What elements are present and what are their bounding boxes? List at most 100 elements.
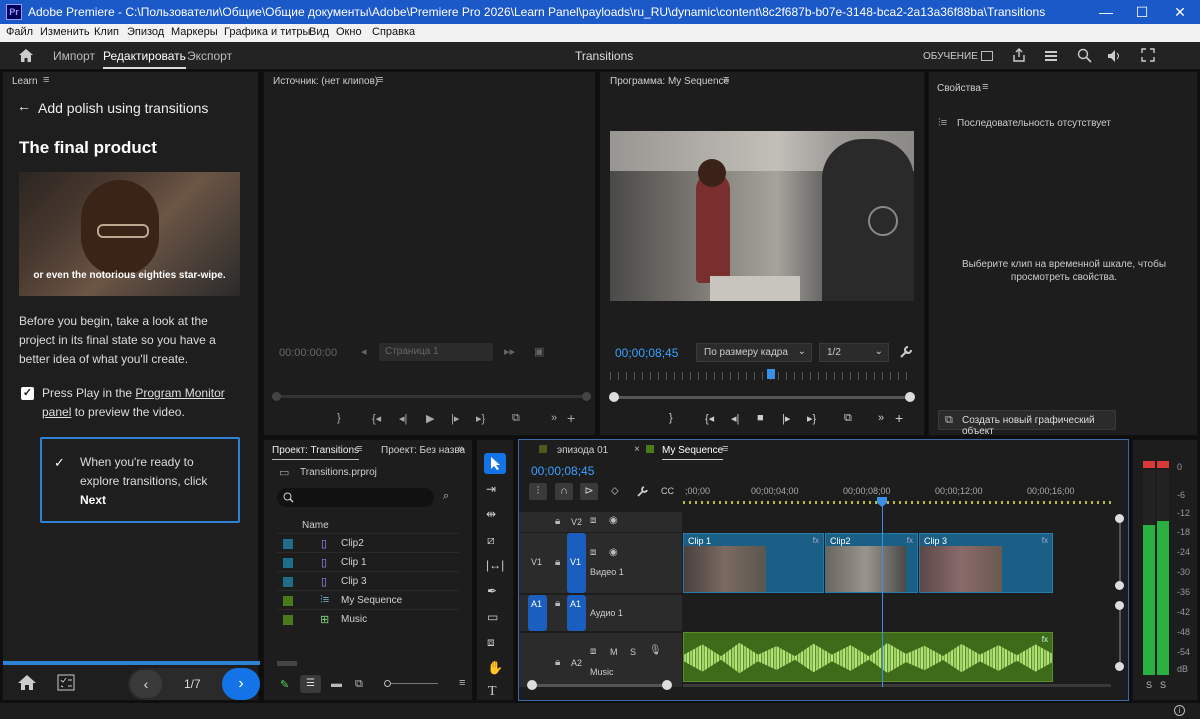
program-scrub-end-handle[interactable] bbox=[905, 392, 915, 402]
lock-icon[interactable]: 🔒︎ bbox=[555, 598, 560, 609]
menu-edit[interactable]: Изменить bbox=[40, 26, 90, 38]
slip-tool[interactable]: |↔| bbox=[486, 558, 504, 572]
lock-icon[interactable]: 🔒︎ bbox=[555, 516, 560, 527]
project-scrollbar[interactable] bbox=[277, 661, 297, 666]
sync-lock-icon[interactable]: ⧈ bbox=[590, 547, 596, 558]
timeline-timecode[interactable]: 00;00;08;45 bbox=[531, 464, 594, 478]
list-item[interactable]: ▯ Clip 3 bbox=[277, 572, 459, 591]
checklist-icon[interactable] bbox=[57, 674, 75, 691]
fullscreen-icon[interactable] bbox=[1141, 48, 1155, 62]
program-step-fwd-icon[interactable]: |▸ bbox=[782, 412, 790, 425]
home-icon[interactable] bbox=[18, 48, 34, 63]
program-scrubber[interactable] bbox=[612, 396, 910, 399]
list-item[interactable]: ⊞ Music bbox=[277, 610, 459, 629]
tab-import[interactable]: Импорт bbox=[53, 49, 95, 63]
fit-dropdown[interactable]: По размеру кадра ⌄ bbox=[696, 343, 812, 362]
program-menu-icon[interactable]: ≡ bbox=[723, 74, 729, 86]
pencil-icon[interactable]: ✎ bbox=[280, 678, 289, 691]
type-tool[interactable]: T bbox=[488, 684, 497, 700]
icon-view-icon[interactable]: ▬ bbox=[331, 678, 342, 690]
snap-icon[interactable]: ∩ bbox=[555, 483, 573, 500]
zoom-slider[interactable] bbox=[386, 683, 438, 684]
source-goto-in-icon[interactable]: {◂ bbox=[372, 412, 381, 425]
program-goto-in-icon[interactable]: {◂ bbox=[705, 412, 714, 425]
learn-back-link[interactable]: Add polish using transitions bbox=[38, 100, 208, 116]
ripple-edit-tool[interactable]: ⇹ bbox=[486, 507, 496, 521]
tab-edit[interactable]: Редактировать bbox=[103, 49, 186, 69]
project-options-icon[interactable]: ≡ bbox=[459, 677, 465, 689]
info-icon[interactable]: i bbox=[1174, 705, 1185, 716]
audio-tracks-scrollbar[interactable] bbox=[1114, 600, 1126, 675]
source-scrubber[interactable] bbox=[274, 395, 586, 398]
pen-tool[interactable]: ✒ bbox=[487, 584, 497, 598]
tab-export[interactable]: Экспорт bbox=[187, 49, 232, 63]
eye-icon[interactable]: ◉ bbox=[609, 515, 618, 526]
timeline-clip[interactable]: Clip 1 fx bbox=[683, 533, 824, 593]
source-menu-icon[interactable]: ≡ bbox=[377, 74, 383, 86]
minimize-button[interactable]: — bbox=[1088, 0, 1124, 24]
video-tracks-scrollbar[interactable] bbox=[1114, 512, 1126, 592]
program-lift-icon[interactable]: ⧉ bbox=[844, 412, 852, 425]
sync-lock-icon[interactable]: ⧈ bbox=[590, 515, 596, 526]
close-tab-icon[interactable]: × bbox=[634, 444, 640, 455]
source-play-icon[interactable]: ▶ bbox=[426, 412, 434, 425]
eye-icon[interactable]: ◉ bbox=[609, 547, 618, 558]
menu-graphics[interactable]: Графика и титры bbox=[224, 26, 310, 38]
volume-icon[interactable] bbox=[1107, 49, 1123, 63]
nest-toggle-icon[interactable]: ⫶ bbox=[529, 483, 547, 500]
solo-left-button[interactable]: S bbox=[1146, 680, 1152, 690]
captions-icon[interactable]: CC bbox=[661, 486, 674, 496]
close-button[interactable]: ✕ bbox=[1162, 0, 1198, 24]
search-icon[interactable] bbox=[1077, 48, 1092, 63]
sync-lock-icon[interactable]: ⧈ bbox=[590, 646, 596, 657]
project-menu-icon[interactable]: ≡ bbox=[356, 443, 362, 455]
mic-icon[interactable]: 🎙︎ bbox=[649, 645, 662, 656]
source-export-frame-icon[interactable]: ▣ bbox=[534, 345, 544, 358]
tab-project-untitled[interactable]: Проект: Без назва bbox=[381, 445, 465, 456]
lock-icon[interactable]: 🔒︎ bbox=[555, 657, 560, 668]
linked-selection-icon[interactable]: ⊳ bbox=[580, 483, 598, 500]
project-search-input[interactable] bbox=[277, 488, 434, 507]
share-icon[interactable] bbox=[1012, 48, 1026, 63]
timeline-clip[interactable]: Clip 3 fx bbox=[919, 533, 1053, 593]
clip-h-scroll-track[interactable] bbox=[683, 684, 1111, 687]
add-marker-icon[interactable]: ⬦ bbox=[611, 485, 619, 498]
tutorial-video[interactable]: or even the notorious eighties star-wipe… bbox=[19, 172, 240, 296]
rectangle-tool[interactable]: ▭ bbox=[487, 610, 498, 624]
prev-button[interactable]: ‹ bbox=[130, 670, 162, 698]
program-scrub-start-handle[interactable] bbox=[609, 392, 619, 402]
resolution-dropdown[interactable]: 1/2 ⌄ bbox=[819, 343, 889, 362]
program-playhead[interactable] bbox=[767, 369, 775, 379]
panel-layout-icon[interactable] bbox=[981, 51, 993, 61]
menu-file[interactable]: Файл bbox=[6, 26, 33, 38]
program-add-icon[interactable]: + bbox=[895, 410, 903, 426]
timeline-h-scrollbar[interactable] bbox=[529, 684, 669, 687]
program-mark-icon[interactable]: } bbox=[669, 412, 673, 424]
work-area-bar[interactable] bbox=[683, 501, 1113, 504]
program-video-frame[interactable] bbox=[610, 131, 914, 301]
next-button[interactable]: › bbox=[222, 668, 260, 700]
program-step-back-icon[interactable]: ◂| bbox=[731, 412, 739, 425]
list-item[interactable]: ⫶≡ My Sequence bbox=[277, 591, 459, 610]
source-page-field[interactable]: Страница 1 bbox=[379, 343, 493, 361]
timeline-menu-icon[interactable]: ≡ bbox=[722, 443, 728, 455]
track-select-tool[interactable]: ⇥ bbox=[486, 482, 496, 496]
program-more-icon[interactable]: » bbox=[878, 412, 884, 424]
menu-clip[interactable]: Клип bbox=[94, 26, 119, 38]
menu-help[interactable]: Справка bbox=[372, 26, 415, 38]
find-icon[interactable]: ⌕ bbox=[443, 490, 449, 503]
time-ruler[interactable]: ;00;00 00;00;04;00 00;00;08;00 00;00;12;… bbox=[683, 480, 1113, 504]
menu-markers[interactable]: Маркеры bbox=[171, 26, 218, 38]
source-forward-icon[interactable]: ▸▸ bbox=[504, 345, 515, 358]
name-column-header[interactable]: Name bbox=[302, 520, 329, 531]
scroll-handle[interactable] bbox=[1115, 662, 1124, 671]
mask-tool[interactable]: ⧈ bbox=[487, 635, 495, 650]
tab-project-transitions[interactable]: Проект: Transitions bbox=[272, 445, 360, 460]
track-target-v1[interactable]: V1 bbox=[567, 533, 586, 593]
menu-view[interactable]: Вид bbox=[309, 26, 329, 38]
timeline-tracks-area[interactable]: Clip 1 fx Clip2 fx Clip 3 fx fx bbox=[683, 512, 1113, 687]
tab-sequence-01[interactable]: эпизода 01 bbox=[557, 445, 608, 456]
wrench-icon[interactable] bbox=[899, 345, 913, 359]
h-scroll-handle[interactable] bbox=[527, 680, 537, 690]
track-target-a1[interactable]: A1 bbox=[567, 595, 586, 631]
